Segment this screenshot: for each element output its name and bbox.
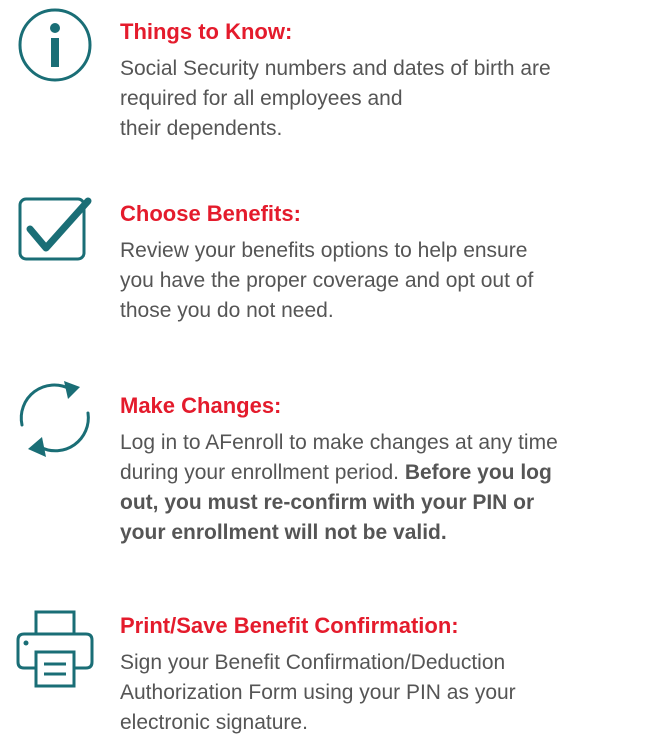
section-body: Review your benefits options to help ens…: [120, 236, 650, 326]
refresh-cycle-icon: [14, 377, 96, 459]
info-icon: [14, 6, 96, 88]
body-line: during your enrollment period.: [120, 461, 405, 484]
body-line: those you do not need.: [120, 299, 334, 322]
section-body: Sign your Benefit Confirmation/Deduction…: [120, 648, 650, 738]
body-line: Sign your Benefit Confirmation/Deduction: [120, 651, 506, 674]
body-line-bold: Before you log: [404, 461, 552, 484]
section-heading: Things to Know:: [120, 19, 293, 44]
section-heading: Make Changes:: [120, 393, 282, 418]
body-line: Authorization Form using your PIN as you…: [120, 681, 516, 704]
body-line: required for all employees and: [120, 87, 403, 110]
body-line: Review your benefits options to help ens…: [120, 239, 528, 262]
checkbox-check-icon: [14, 193, 96, 275]
body-line: electronic signature.: [120, 711, 308, 734]
body-line-bold: out, you must re-confirm with your PIN o…: [120, 491, 535, 514]
body-line: you have the proper coverage and opt out…: [120, 269, 534, 292]
body-line: Log in to AFenroll to make changes at an…: [120, 431, 558, 454]
section-heading: Choose Benefits:: [120, 201, 301, 226]
section-body: Social Security numbers and dates of bir…: [120, 54, 650, 144]
printer-icon: [14, 608, 96, 690]
body-line: their dependents.: [120, 117, 283, 140]
section-heading: Print/Save Benefit Confirmation:: [120, 613, 459, 638]
body-line: Social Security numbers and dates of bir…: [120, 57, 551, 80]
body-line-bold: your enrollment will not be valid.: [120, 521, 447, 544]
section-body: Log in to AFenroll to make changes at an…: [120, 428, 650, 548]
